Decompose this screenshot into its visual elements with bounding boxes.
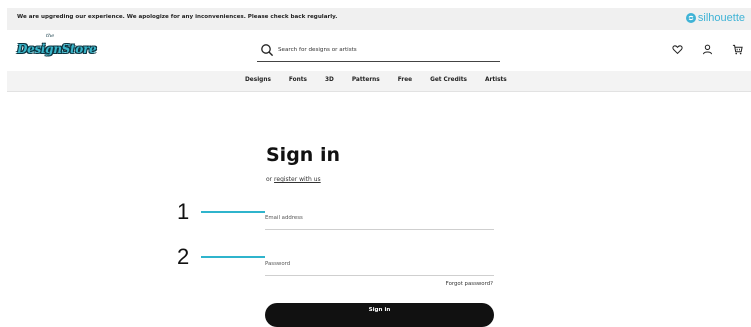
annotation-1: 1 (177, 201, 265, 223)
annotation-2: 2 (177, 246, 265, 268)
site-header: the DesignStore (7, 30, 751, 71)
nav-item-patterns[interactable]: Patterns (352, 77, 380, 83)
nav-item-fonts[interactable]: Fonts (289, 77, 307, 83)
register-link[interactable]: register with us (274, 176, 321, 183)
announcement-banner: We are upgreding our experience. We apol… (7, 8, 751, 30)
annotation-line (201, 256, 265, 258)
heart-icon[interactable] (672, 44, 683, 55)
logo-text: DesignStore (17, 42, 97, 56)
register-prefix: or (266, 176, 275, 183)
annotation-number: 1 (177, 199, 190, 224)
banner-message: We are upgreding our experience. We apol… (17, 14, 338, 20)
forgot-password-link[interactable]: Forgot password? (446, 281, 493, 287)
logo-the: the (46, 33, 55, 39)
annotation-number: 2 (177, 244, 190, 269)
main-nav: Designs Fonts 3D Patterns Free Get Credi… (7, 71, 751, 92)
email-field (265, 209, 494, 230)
password-input[interactable] (265, 255, 494, 273)
search-input[interactable] (278, 44, 493, 56)
nav-item-designs[interactable]: Designs (245, 77, 271, 83)
register-line: or register with us (266, 176, 321, 183)
search-bar (257, 41, 500, 62)
nav-item-free[interactable]: Free (398, 77, 412, 83)
search-icon[interactable] (260, 43, 274, 57)
password-field (265, 255, 494, 276)
header-icons (672, 44, 743, 55)
brand-name: silhouette (697, 12, 745, 24)
nav-item-3d[interactable]: 3D (325, 77, 334, 83)
cart-icon[interactable] (732, 44, 743, 55)
silhouette-logo-icon (685, 13, 696, 23)
nav-item-get-credits[interactable]: Get Credits (430, 77, 467, 83)
sign-in-button[interactable]: Sign in (265, 303, 494, 327)
user-icon[interactable] (702, 44, 713, 55)
silhouette-brand[interactable]: silhouette (685, 12, 745, 24)
nav-items: Designs Fonts 3D Patterns Free Get Credi… (245, 77, 525, 83)
nav-item-artists[interactable]: Artists (485, 77, 507, 83)
page-title: Sign in (266, 144, 340, 166)
email-input[interactable] (265, 209, 494, 227)
design-store-logo[interactable]: the DesignStore (17, 33, 97, 57)
annotation-line (201, 211, 265, 213)
